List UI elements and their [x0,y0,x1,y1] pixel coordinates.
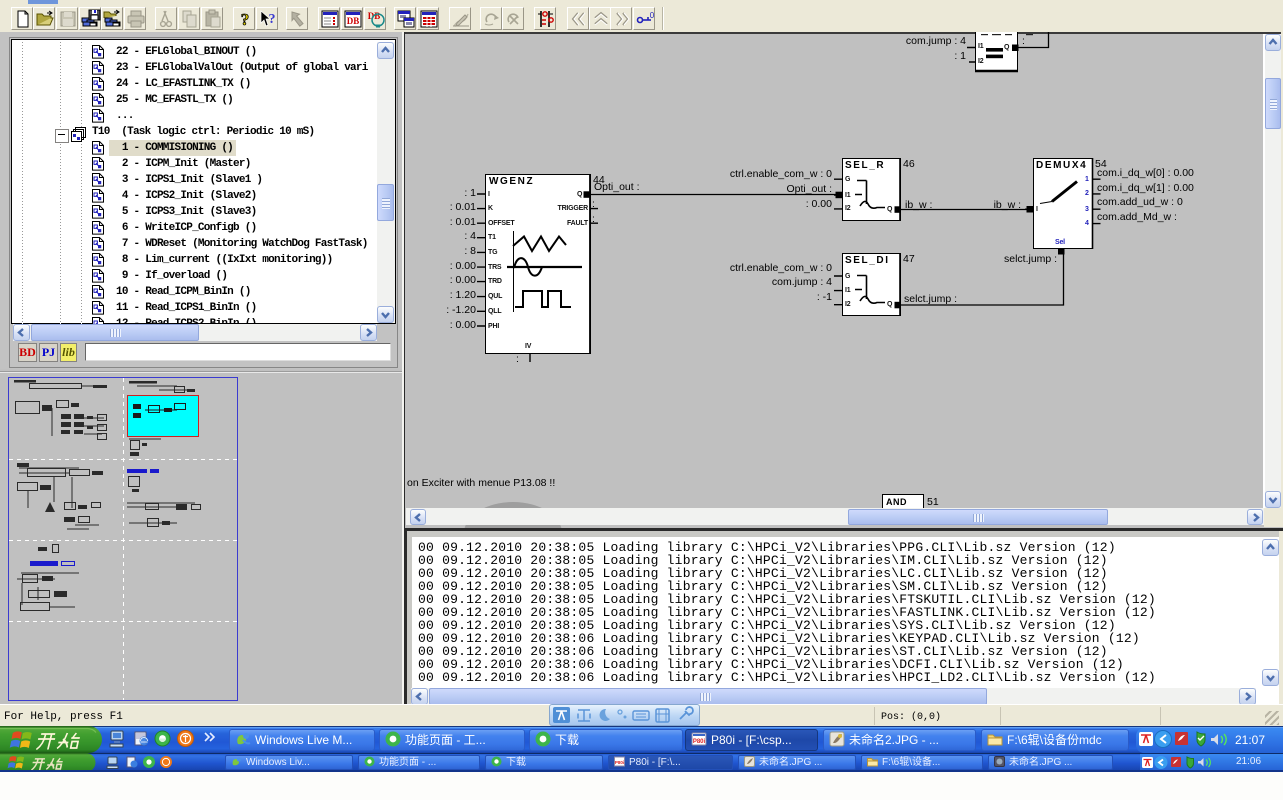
svg-text:DB: DB [347,16,360,26]
svg-text:?: ? [269,12,276,27]
svg-text:P80i: P80i [615,760,624,765]
svg-text:P80i: P80i [693,739,706,745]
svg-text:?: ? [241,10,250,29]
svg-text:0: 0 [650,11,655,20]
